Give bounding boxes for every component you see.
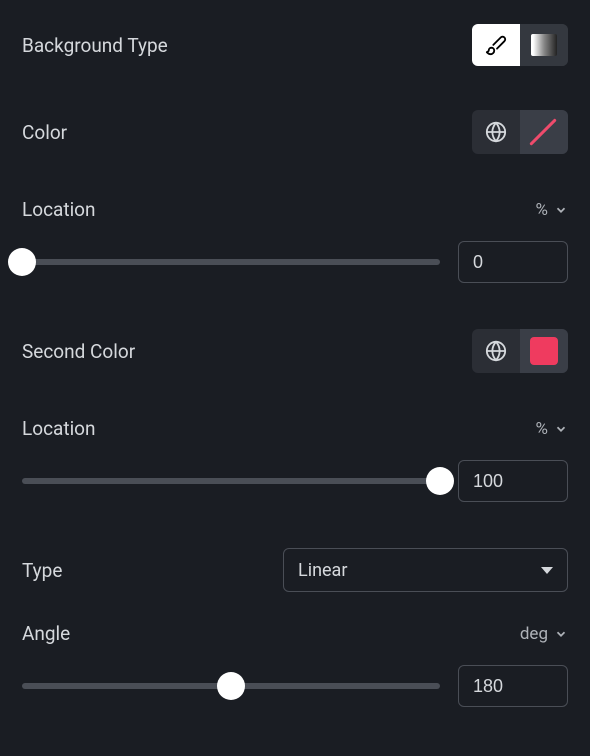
background-type-toggle xyxy=(472,24,568,66)
second-color-label: Second Color xyxy=(22,340,135,363)
second-color-picker-button[interactable] xyxy=(520,329,568,373)
type-select[interactable]: Linear xyxy=(283,548,568,592)
background-type-classic-button[interactable] xyxy=(472,24,520,66)
location2-unit: % xyxy=(536,419,548,439)
globe-icon xyxy=(485,340,507,362)
type-value: Linear xyxy=(298,560,347,581)
background-type-gradient-button[interactable] xyxy=(520,24,568,66)
slider-thumb[interactable] xyxy=(217,672,245,700)
no-color-icon xyxy=(529,117,559,147)
chevron-down-icon xyxy=(554,203,568,217)
location1-unit: % xyxy=(536,200,548,220)
chevron-down-icon xyxy=(554,627,568,641)
dropdown-icon xyxy=(541,567,553,574)
angle-label: Angle xyxy=(22,622,70,645)
angle-unit: deg xyxy=(520,624,548,644)
brush-icon xyxy=(485,34,507,56)
location2-slider[interactable] xyxy=(22,463,440,499)
location1-slider[interactable] xyxy=(22,244,440,280)
color-picker-button[interactable] xyxy=(520,110,568,154)
location2-unit-toggle[interactable]: % xyxy=(536,419,568,439)
color-swatch-icon xyxy=(530,337,558,365)
angle-unit-toggle[interactable]: deg xyxy=(520,624,568,644)
type-label: Type xyxy=(22,559,62,582)
chevron-down-icon xyxy=(554,422,568,436)
slider-thumb[interactable] xyxy=(8,248,36,276)
location2-input[interactable] xyxy=(458,460,568,502)
second-color-control xyxy=(472,329,568,373)
second-color-global-button[interactable] xyxy=(472,329,520,373)
angle-slider[interactable] xyxy=(22,668,440,704)
globe-icon xyxy=(485,121,507,143)
color-global-button[interactable] xyxy=(472,110,520,154)
slider-track xyxy=(22,478,440,484)
color-label: Color xyxy=(22,121,67,144)
location1-label: Location xyxy=(22,198,96,221)
location1-unit-toggle[interactable]: % xyxy=(536,200,568,220)
gradient-icon xyxy=(531,34,557,56)
location1-input[interactable] xyxy=(458,241,568,283)
background-type-label: Background Type xyxy=(22,34,168,57)
location2-label: Location xyxy=(22,417,96,440)
angle-input[interactable] xyxy=(458,665,568,707)
slider-track xyxy=(22,259,440,265)
color-control xyxy=(472,110,568,154)
slider-thumb[interactable] xyxy=(426,467,454,495)
